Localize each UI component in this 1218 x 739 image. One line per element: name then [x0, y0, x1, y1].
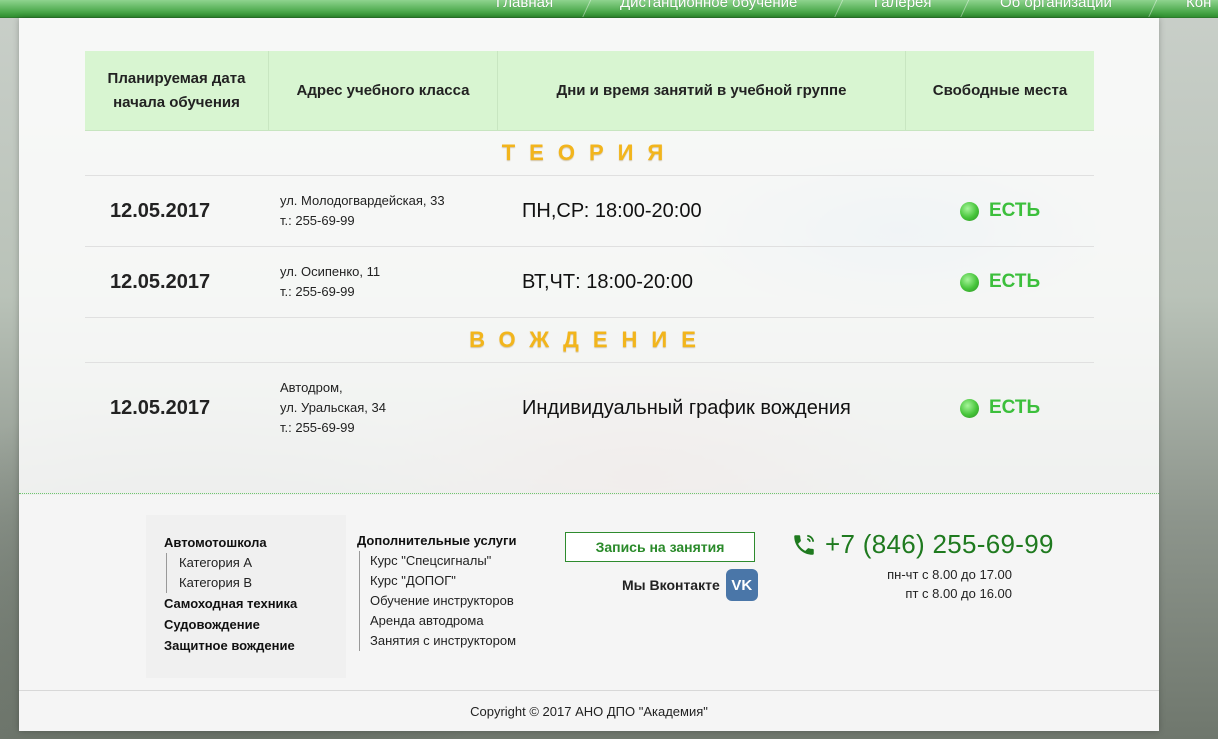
seats-status: ЕСТЬ	[989, 200, 1041, 221]
header-schedule: Дни и время занятий в учебной группе	[498, 51, 906, 130]
hours-mon-thu: пн-чт с 8.00 до 17.00	[887, 567, 1012, 582]
nav-separator	[959, 0, 970, 17]
address-phone: т.: 255-69-99	[280, 213, 355, 228]
nav-separator	[1147, 0, 1158, 17]
availability-dot-icon	[960, 201, 979, 221]
table-row: 12.05.2017 ул. Осипенко, 11 т.: 255-69-9…	[85, 247, 1094, 318]
nav-separator	[833, 0, 844, 17]
vk-link[interactable]: Мы Вконтакте VK	[622, 569, 758, 601]
footer-link-instructor-training[interactable]: Обучение инструкторов	[359, 591, 539, 611]
nav-item-gallery[interactable]: Галерея	[874, 0, 932, 11]
row-schedule: ВТ,ЧТ: 18:00-20:00	[522, 270, 693, 293]
availability-dot-icon	[960, 272, 979, 292]
address-place: Автодром,	[280, 380, 343, 395]
footer-services-menu: Дополнительные услуги Курс "Спецсигналы"…	[349, 515, 549, 673]
row-address: Автодром, ул. Уральская, 34 т.: 255-69-9…	[280, 378, 522, 438]
table-row: 12.05.2017 Автодром, ул. Уральская, 34 т…	[85, 363, 1094, 453]
availability-dot-icon	[960, 398, 979, 418]
footer-link-category-a[interactable]: Категория А	[166, 553, 328, 573]
section-title-theory: ТЕОРИЯ	[85, 131, 1094, 176]
footer-link-defensive-driving[interactable]: Защитное вождение	[164, 635, 328, 656]
row-schedule: Индивидуальный график вождения	[522, 396, 851, 419]
header-start-date: Планируемая дата начала обучения	[85, 51, 269, 130]
footer-link-boating[interactable]: Судовождение	[164, 614, 328, 635]
top-navigation: Главная Дистанционное обучение Галерея О…	[0, 0, 1218, 18]
table-header: Планируемая дата начала обучения Адрес у…	[85, 51, 1094, 131]
address-phone: т.: 255-69-99	[280, 420, 355, 435]
seats-status: ЕСТЬ	[989, 271, 1041, 292]
row-seats: ЕСТЬ	[952, 397, 1040, 419]
schedule-table: Планируемая дата начала обучения Адрес у…	[85, 51, 1094, 453]
footer-link-driving-school[interactable]: Автомотошкола	[164, 533, 328, 553]
header-address: Адрес учебного класса	[269, 51, 498, 130]
footer-link-special-signals[interactable]: Курс "Спецсигналы"	[359, 551, 539, 571]
table-row: 12.05.2017 ул. Молодогвардейская, 33 т.:…	[85, 176, 1094, 247]
row-seats: ЕСТЬ	[952, 200, 1040, 222]
row-date: 12.05.2017	[110, 270, 211, 293]
vk-label: Мы Вконтакте	[622, 577, 720, 593]
address-street: ул. Молодогвардейская, 33	[280, 193, 445, 208]
footer-link-extra-services[interactable]: Дополнительные услуги	[357, 531, 539, 551]
row-address: ул. Молодогвардейская, 33 т.: 255-69-99	[280, 191, 522, 231]
phone-block: +7 (846) 255-69-99	[791, 529, 1054, 560]
nav-separator	[581, 0, 592, 17]
hours-fri: пт с 8.00 до 16.00	[905, 586, 1012, 601]
main-panel: Планируемая дата начала обучения Адрес у…	[19, 18, 1159, 731]
header-seats: Свободные места	[932, 81, 1068, 99]
footer-link-track-rental[interactable]: Аренда автодрома	[359, 611, 539, 631]
row-schedule: ПН,СР: 18:00-20:00	[522, 199, 702, 222]
footer-link-self-propelled[interactable]: Самоходная техника	[164, 593, 328, 614]
row-seats: ЕСТЬ	[952, 271, 1040, 293]
footer-link-instructor-lessons[interactable]: Занятия с инструктором	[359, 631, 539, 651]
footer-link-category-b[interactable]: Категория В	[166, 573, 328, 593]
nav-item-about[interactable]: Об организации	[1000, 0, 1112, 11]
nav-item-distance-learning[interactable]: Дистанционное обучение	[620, 0, 797, 11]
phone-icon	[794, 534, 815, 555]
phone-number[interactable]: +7 (846) 255-69-99	[825, 529, 1054, 560]
address-phone: т.: 255-69-99	[280, 284, 355, 299]
footer-link-dopog[interactable]: Курс "ДОПОГ"	[359, 571, 539, 591]
copyright: Copyright © 2017 АНО ДПО "Академия"	[19, 690, 1159, 731]
footer: Автомотошкола Категория А Категория В Са…	[19, 495, 1159, 690]
row-date: 12.05.2017	[110, 396, 211, 419]
seats-status: ЕСТЬ	[989, 397, 1041, 418]
row-address: ул. Осипенко, 11 т.: 255-69-99	[280, 262, 522, 302]
section-title-driving: ВОЖДЕНИЕ	[85, 318, 1094, 363]
signup-button[interactable]: Запись на занятия	[565, 532, 755, 562]
vk-icon[interactable]: VK	[725, 569, 758, 601]
row-date: 12.05.2017	[110, 199, 211, 222]
footer-divider	[19, 493, 1159, 494]
address-street: ул. Уральская, 34	[280, 400, 386, 415]
working-hours: пн-чт с 8.00 до 17.00 пт с 8.00 до 16.00	[887, 565, 1012, 603]
address-street: ул. Осипенко, 11	[280, 264, 381, 279]
nav-item-home[interactable]: Главная	[496, 0, 553, 11]
nav-item-contacts[interactable]: Кон	[1186, 0, 1211, 11]
footer-driving-school-menu: Автомотошкола Категория А Категория В Са…	[146, 515, 346, 678]
